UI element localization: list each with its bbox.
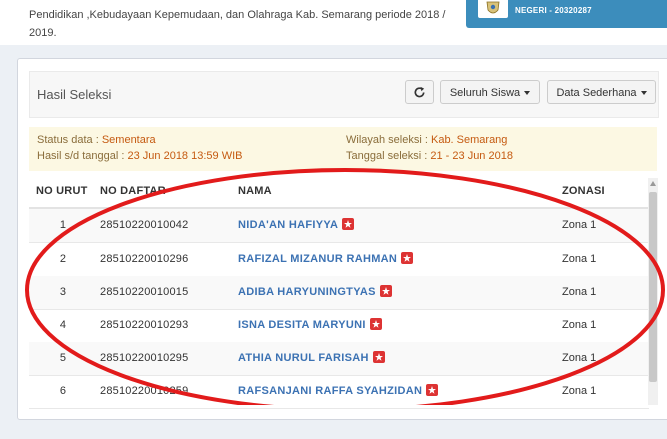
header-zonasi[interactable]: ZONASI — [562, 185, 605, 197]
row-no-urut: 1 — [59, 219, 66, 231]
star-badge-icon — [401, 252, 414, 264]
scroll-up-arrow-icon[interactable] — [650, 181, 656, 186]
tanggal-line: Tanggal seleksi : 21 - 23 Jun 2018 — [346, 150, 513, 162]
table-row: 4 28510220010293 ISNA DESITA MARYUNI Zon… — [29, 309, 649, 343]
student-name: NIDA'AN HAFIYYA — [238, 219, 339, 231]
wilayah-value: Kab. Semarang — [430, 134, 508, 146]
header-nama[interactable]: NAMA — [238, 185, 272, 197]
seluruh-siswa-label: Seluruh Siswa — [449, 87, 521, 99]
chevron-down-icon — [640, 91, 647, 96]
row-zonasi: Zona 1 — [562, 286, 597, 298]
row-zonasi: Zona 1 — [562, 319, 597, 331]
student-name-link[interactable]: RAFSANJANI RAFFA SYAHZIDAN — [238, 384, 439, 397]
row-zonasi: Zona 1 — [562, 352, 597, 364]
chevron-down-icon — [524, 91, 531, 96]
row-no-daftar: 28510220010295 — [100, 352, 189, 364]
student-name-link[interactable]: ADIBA HARYUNINGTYAS — [238, 285, 392, 298]
student-name-link[interactable]: NIDA'AN HAFIYYA — [238, 218, 355, 231]
row-zonasi: Zona 1 — [562, 385, 597, 397]
header-no-urut[interactable]: NO URUT — [36, 185, 88, 197]
panel-header: Hasil Seleksi Seluruh Siswa Data Sederha… — [29, 71, 659, 118]
data-sederhana-label: Data Sederhana — [556, 87, 637, 99]
wilayah-line: Wilayah seleksi : Kab. Semarang — [346, 134, 507, 146]
student-name: ADIBA HARYUNINGTYAS — [238, 286, 376, 298]
header-no-daftar[interactable]: NO DAFTAR — [100, 185, 166, 197]
student-name: ATHIA NURUL FARISAH — [238, 352, 369, 364]
status-label: Status data : — [37, 134, 99, 146]
results-table: NO URUT NO DAFTAR NAMA ZONASI 1 28510220… — [29, 179, 649, 439]
wilayah-label: Wilayah seleksi : — [346, 134, 428, 146]
hasil-value: 23 Jun 2018 13:59 WIB — [127, 150, 243, 162]
hasil-label: Hasil s/d tanggal : — [37, 150, 125, 162]
refresh-button[interactable] — [405, 80, 434, 104]
school-id-text: NEGERI - 20320287 — [515, 6, 592, 15]
row-no-daftar: 28510220010015 — [100, 286, 189, 298]
row-no-daftar: 28510220010259 — [100, 385, 189, 397]
selection-info-box: Status data : Sementara Hasil s/d tangga… — [29, 127, 657, 171]
row-zonasi: Zona 1 — [562, 253, 597, 265]
student-name: ISNA DESITA MARYUNI — [238, 319, 366, 331]
row-no-urut: 3 — [59, 286, 66, 298]
star-badge-icon — [372, 351, 385, 363]
panel-title: Hasil Seleksi — [37, 87, 112, 102]
student-name: RAFSANJANI RAFFA SYAHZIDAN — [238, 385, 423, 397]
row-no-daftar: 28510220010296 — [100, 253, 189, 265]
table-row: 3 28510220010015 ADIBA HARYUNINGTYAS Zon… — [29, 276, 649, 310]
student-name: RAFIZAL MIZANUR RAHMAN — [238, 253, 398, 265]
row-no-urut: 2 — [59, 253, 66, 265]
status-value: Sementara — [101, 134, 156, 146]
row-no-urut: 5 — [59, 352, 66, 364]
table-row: 2 28510220010296 RAFIZAL MIZANUR RAHMAN … — [29, 243, 649, 277]
data-sederhana-dropdown[interactable]: Data Sederhana — [547, 80, 656, 104]
school-logo-icon — [478, 0, 508, 18]
row-no-urut: 4 — [59, 319, 66, 331]
school-badge: NEGERI - 20320287 — [466, 0, 667, 28]
star-badge-icon — [426, 384, 439, 396]
status-line: Status data : Sementara — [37, 134, 156, 146]
star-badge-icon — [342, 218, 355, 230]
scroll-thumb[interactable] — [649, 192, 657, 382]
star-badge-icon — [369, 318, 382, 330]
student-name-link[interactable]: RAFIZAL MIZANUR RAHMAN — [238, 252, 414, 265]
tanggal-value: 21 - 23 Jun 2018 — [430, 150, 513, 162]
row-no-urut: 6 — [59, 385, 66, 397]
row-no-daftar: 28510220010293 — [100, 319, 189, 331]
table-scrollbar[interactable] — [648, 178, 658, 405]
row-zonasi: Zona 1 — [562, 219, 597, 231]
refresh-icon — [414, 86, 425, 98]
table-row: 6 28510220010259 RAFSANJANI RAFFA SYAHZI… — [29, 375, 649, 409]
hasil-line: Hasil s/d tanggal : 23 Jun 2018 13:59 WI… — [37, 150, 242, 162]
table-row: 1 28510220010042 NIDA'AN HAFIYYA Zona 1 — [29, 209, 649, 243]
table-row: 5 28510220010295 ATHIA NURUL FARISAH Zon… — [29, 342, 649, 376]
seluruh-siswa-dropdown[interactable]: Seluruh Siswa — [440, 80, 540, 104]
tanggal-label: Tanggal seleksi : — [346, 150, 428, 162]
intro-text: Pendidikan ,Kebudayaan Kepemudaan, dan O… — [29, 9, 446, 39]
student-name-link[interactable]: ATHIA NURUL FARISAH — [238, 351, 385, 364]
top-content-box: Pendidikan ,Kebudayaan Kepemudaan, dan O… — [0, 0, 667, 45]
hasil-seleksi-panel: Hasil Seleksi Seluruh Siswa Data Sederha… — [17, 58, 667, 420]
star-badge-icon — [379, 285, 392, 297]
row-no-daftar: 28510220010042 — [100, 219, 189, 231]
student-name-link[interactable]: ISNA DESITA MARYUNI — [238, 318, 382, 331]
